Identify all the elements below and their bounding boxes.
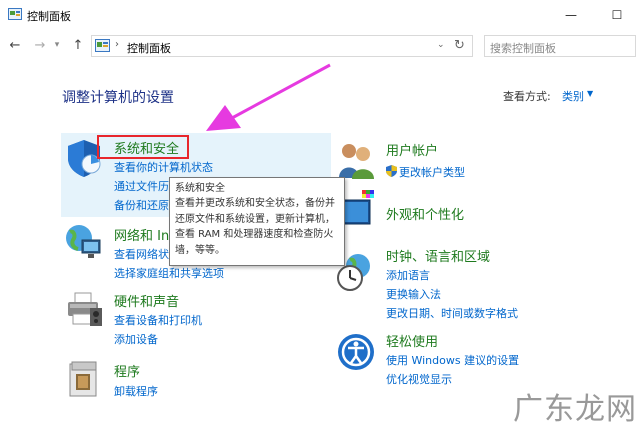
link-devices-printers[interactable]: 查看设备和打印机	[114, 312, 202, 328]
back-button[interactable]: ←	[6, 35, 24, 55]
category-network-internet[interactable]: 网络和 In	[114, 225, 169, 244]
annotation-highlight-box	[97, 135, 189, 159]
breadcrumb-control-panel[interactable]: 控制面板	[127, 40, 171, 56]
control-panel-icon	[8, 8, 22, 20]
link-change-account-type[interactable]: 更改帐户类型	[399, 164, 465, 180]
navigation-bar: ← → ▾ ↑ › 控制面板 ⌄ ↻ 搜索控制面板	[0, 33, 642, 59]
title-bar: 控制面板 — ☐	[0, 0, 642, 30]
address-dropdown-icon[interactable]: ⌄	[437, 40, 445, 50]
forward-button[interactable]: →	[31, 35, 49, 55]
link-backup-restore[interactable]: 备份和还原	[114, 197, 169, 213]
view-by-label: 查看方式:	[503, 90, 551, 103]
link-add-device[interactable]: 添加设备	[114, 331, 158, 347]
category-user-accounts[interactable]: 用户帐户	[386, 140, 438, 159]
tooltip-line: 还原文件和系统设置，更新计算机，	[175, 213, 335, 225]
page-title: 调整计算机的设置	[62, 90, 174, 106]
uac-shield-icon	[386, 165, 397, 177]
link-homegroup-sharing[interactable]: 选择家庭组和共享选项	[114, 265, 224, 281]
link-view-computer-status[interactable]: 查看你的计算机状态	[114, 159, 213, 175]
category-clock-language-region[interactable]: 时钟、语言和区域	[386, 246, 490, 265]
watermark: 广东龙网	[513, 392, 637, 426]
link-uninstall-program[interactable]: 卸载程序	[114, 383, 158, 399]
network-globe-icon	[66, 225, 101, 258]
control-panel-icon	[95, 39, 110, 52]
programs-icon	[69, 361, 97, 397]
recent-locations-dropdown[interactable]: ▾	[50, 35, 64, 55]
link-file-history[interactable]: 通过文件历	[114, 178, 169, 194]
category-ease-of-access[interactable]: 轻松使用	[386, 331, 438, 350]
up-button[interactable]: ↑	[69, 35, 87, 55]
category-hardware-sound[interactable]: 硬件和声音	[114, 291, 179, 310]
link-change-date-time-format[interactable]: 更改日期、时间或数字格式	[386, 305, 518, 321]
tooltip-line: 墙，等等。	[175, 244, 225, 256]
link-network-status[interactable]: 查看网络状	[114, 246, 169, 262]
breadcrumb-separator[interactable]: ›	[115, 39, 119, 50]
maximize-button[interactable]: ☐	[594, 0, 640, 30]
category-programs[interactable]: 程序	[114, 361, 140, 380]
chevron-down-icon[interactable]: ▼	[587, 89, 593, 98]
window-title: 控制面板	[27, 10, 71, 23]
tooltip-line: 查看并更改系统和安全状态，备份并	[175, 198, 335, 209]
minimize-button[interactable]: —	[548, 0, 594, 30]
printer-icon	[68, 292, 102, 326]
view-by-dropdown[interactable]: 类别	[562, 88, 584, 104]
users-icon	[339, 144, 374, 179]
link-optimize-visual-display[interactable]: 优化视觉显示	[386, 371, 452, 387]
link-add-language[interactable]: 添加语言	[386, 267, 430, 283]
search-input[interactable]: 搜索控制面板	[484, 35, 636, 57]
search-placeholder: 搜索控制面板	[490, 42, 556, 55]
ease-of-access-icon	[338, 334, 374, 370]
refresh-icon[interactable]: ↻	[454, 38, 465, 53]
address-bar[interactable]: › 控制面板 ⌄ ↻	[91, 35, 473, 57]
link-windows-recommended-settings[interactable]: 使用 Windows 建议的设置	[386, 352, 519, 368]
tooltip-line: 查看 RAM 和处理器速度和检查防火	[175, 229, 334, 240]
tooltip-title: 系统和安全	[175, 183, 225, 194]
category-appearance[interactable]: 外观和个性化	[386, 204, 464, 223]
link-change-input-method[interactable]: 更换输入法	[386, 286, 441, 302]
tooltip: 系统和安全 查看并更改系统和安全状态，备份并 还原文件和系统设置，更新计算机， …	[169, 177, 345, 266]
